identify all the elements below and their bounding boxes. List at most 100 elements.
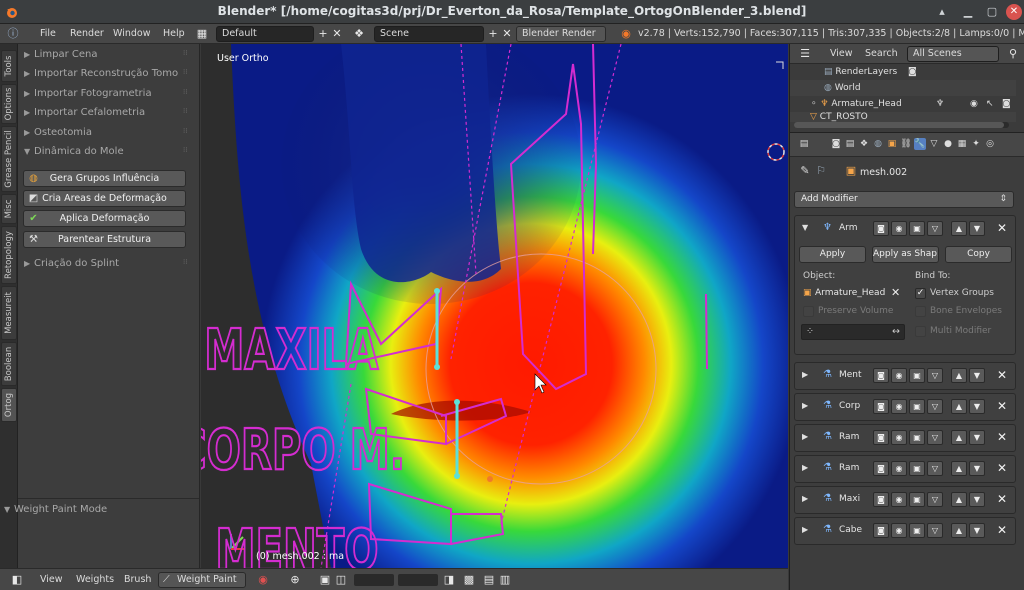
outliner-menu-search[interactable]: Search	[865, 47, 898, 61]
menu-help[interactable]: Help	[163, 27, 185, 41]
menu-brush[interactable]: Brush	[124, 573, 151, 587]
tab-options[interactable]: Options	[1, 84, 17, 124]
collapsed-triangle-icon[interactable]: ▶	[802, 370, 808, 379]
panel-grip-icon[interactable]: ⁞⁞	[183, 50, 191, 61]
render-camera-icon[interactable]: ◙	[1002, 96, 1011, 112]
data-tab-icon[interactable]: ▽	[928, 138, 940, 150]
texture-tab-icon[interactable]: ▦	[956, 138, 968, 150]
editor-type-info-icon[interactable]: ⓘ	[6, 27, 20, 41]
panel-limpar-cena[interactable]: ▶ Limpar Cena	[24, 47, 97, 63]
move-down-icon[interactable]: ▼	[969, 399, 985, 414]
modifier-name[interactable]: Arm	[839, 223, 869, 233]
move-down-icon[interactable]: ▼	[969, 430, 985, 445]
layer-buttons-2[interactable]	[398, 574, 438, 586]
panel-grip-icon[interactable]: ⁞⁞	[183, 108, 191, 119]
panel-importar-tomo[interactable]: ▶ Importar Reconstrução Tomo	[24, 66, 178, 82]
render-icon[interactable]: ▤	[482, 573, 496, 587]
minimize-icon[interactable]: ▴	[934, 4, 950, 20]
remove-modifier-icon[interactable]: ✕	[997, 221, 1007, 235]
render-tab-icon[interactable]: ◙	[830, 138, 842, 150]
world-tab-icon[interactable]: ◍	[872, 138, 884, 150]
panel-grip-icon[interactable]: ⁞⁞	[183, 147, 191, 158]
layers-tab-icon[interactable]: ▤	[844, 138, 856, 150]
collapsed-triangle-icon[interactable]: ▶	[802, 401, 808, 410]
move-down-icon[interactable]: ▼	[969, 461, 985, 476]
panel-grip-icon[interactable]: ⁞⁞	[183, 89, 191, 100]
outliner-row-world[interactable]: ◍ World	[790, 80, 1016, 96]
minimize-button[interactable]: ▁	[960, 4, 976, 20]
preserve-volume-checkbox[interactable]	[803, 306, 814, 317]
overlay-icon[interactable]: ▥	[498, 573, 512, 587]
scene-field[interactable]: Scene	[374, 26, 484, 42]
outliner-row-ct-rosto[interactable]: ▽ CT_ROSTO	[790, 112, 1016, 122]
3d-viewport[interactable]: MAXILA CORPO M. MENTO User Ortho (0) mes…	[201, 44, 788, 568]
menu-window[interactable]: Window	[113, 27, 150, 41]
panel-grip-icon[interactable]: ⁞⁞	[183, 128, 191, 139]
particles-tab-icon[interactable]: ✦	[970, 138, 982, 150]
cria-areas-deformacao-button[interactable]: ◩ Cria Areas de Deformação	[23, 190, 186, 207]
menu-render[interactable]: Render	[70, 27, 104, 41]
panel-weight-paint-mode[interactable]: ▼ Weight Paint Mode	[4, 502, 107, 518]
vertex-mask-icon[interactable]: ◫	[334, 573, 348, 587]
show-cage-icon[interactable]: ▽	[927, 461, 943, 476]
outliner-menu-view[interactable]: View	[830, 47, 853, 61]
select-cursor-icon[interactable]: ↖	[986, 96, 994, 112]
show-render-icon[interactable]: ◙	[873, 492, 889, 507]
remove-modifier-icon[interactable]: ✕	[997, 430, 1007, 444]
show-editmode-icon[interactable]: ▣	[909, 399, 925, 414]
collapsed-triangle-icon[interactable]: ▶	[802, 463, 808, 472]
modifier-header[interactable]: ▶ ⚗ Ram ◙ ◉ ▣ ▽ ▲ ▼ ✕	[795, 456, 1015, 482]
outliner-scrollbar[interactable]	[794, 122, 1009, 128]
vertex-groups-checkbox[interactable]: ✓	[915, 288, 926, 299]
show-viewport-icon[interactable]: ◉	[891, 430, 907, 445]
apply-as-shape-button[interactable]: Apply as Shap...	[872, 246, 939, 263]
modifier-name[interactable]: Ram	[839, 432, 869, 442]
tab-grease-pencil[interactable]: Grease Pencil	[1, 126, 17, 192]
move-down-icon[interactable]: ▼	[969, 523, 985, 538]
modifier-name[interactable]: Cabe	[839, 525, 869, 535]
show-editmode-icon[interactable]: ▣	[909, 221, 925, 236]
editor-type-properties-icon[interactable]: ▤	[798, 138, 810, 150]
maximize-icon[interactable]: ▢	[984, 4, 1000, 20]
modifier-name[interactable]: Ment	[839, 370, 869, 380]
panel-criacao-do-splint[interactable]: ▶ Criação do Splint	[24, 256, 119, 272]
layer-buttons[interactable]	[354, 574, 394, 586]
remove-modifier-icon[interactable]: ✕	[997, 461, 1007, 475]
tab-boolean[interactable]: Boolean	[1, 342, 17, 386]
move-up-icon[interactable]: ▲	[951, 430, 967, 445]
outliner-filter-select[interactable]: All Scenes	[907, 46, 999, 62]
armature-modifier-header[interactable]: ▼ ♆ Arm ◙ ◉ ▣ ▽ ▲ ▼ ✕	[795, 216, 1015, 242]
panel-dinamica-do-mole[interactable]: ▼ Dinâmica do Mole	[24, 144, 124, 160]
show-cage-icon[interactable]: ▽	[927, 492, 943, 507]
modifier-header[interactable]: ▶ ⚗ Ment ◙ ◉ ▣ ▽ ▲ ▼ ✕	[795, 363, 1015, 389]
face-mask-icon[interactable]: ▣	[318, 573, 332, 587]
modifier-header[interactable]: ▶ ⚗ Cabe ◙ ◉ ▣ ▽ ▲ ▼ ✕	[795, 518, 1015, 544]
multi-modifier-checkbox[interactable]	[915, 326, 926, 337]
show-viewport-icon[interactable]: ◉	[891, 221, 907, 236]
camera-icon[interactable]: ▩	[462, 573, 476, 587]
viewport-shading-icon[interactable]: ◉	[256, 573, 270, 587]
invert-arrows-icon[interactable]: ↔	[892, 326, 900, 337]
tab-ortog[interactable]: Ortog	[1, 388, 17, 422]
show-cage-icon[interactable]: ▽	[927, 368, 943, 383]
remove-modifier-icon[interactable]: ✕	[997, 368, 1007, 382]
vertex-group-field[interactable]: ⁘ ↔	[801, 324, 905, 340]
move-down-icon[interactable]: ▼	[969, 492, 985, 507]
panel-osteotomia[interactable]: ▶ Osteotomia	[24, 125, 92, 141]
collapsed-triangle-icon[interactable]: ▶	[802, 432, 808, 441]
move-up-icon[interactable]: ▲	[951, 523, 967, 538]
close-icon[interactable]: ✕	[1006, 4, 1022, 20]
move-down-icon[interactable]: ▼	[969, 221, 985, 236]
clear-object-icon[interactable]: ✕	[891, 286, 900, 299]
menu-file[interactable]: File	[40, 27, 56, 41]
show-render-icon[interactable]: ◙	[873, 523, 889, 538]
remove-scene-icon[interactable]: ✕	[500, 27, 514, 41]
tab-misc[interactable]: Misc	[1, 194, 17, 224]
move-up-icon[interactable]: ▲	[951, 368, 967, 383]
collapsed-triangle-icon[interactable]: ▶	[802, 525, 808, 534]
tab-measureit[interactable]: Measureit	[1, 286, 17, 340]
outliner-scrollbar-thumb[interactable]	[794, 122, 1004, 128]
panel-grip-icon[interactable]: ⁞⁞	[183, 259, 191, 270]
screen-layout-icon[interactable]: ▦	[195, 27, 209, 41]
scene-tab-icon[interactable]: ❖	[858, 138, 870, 150]
